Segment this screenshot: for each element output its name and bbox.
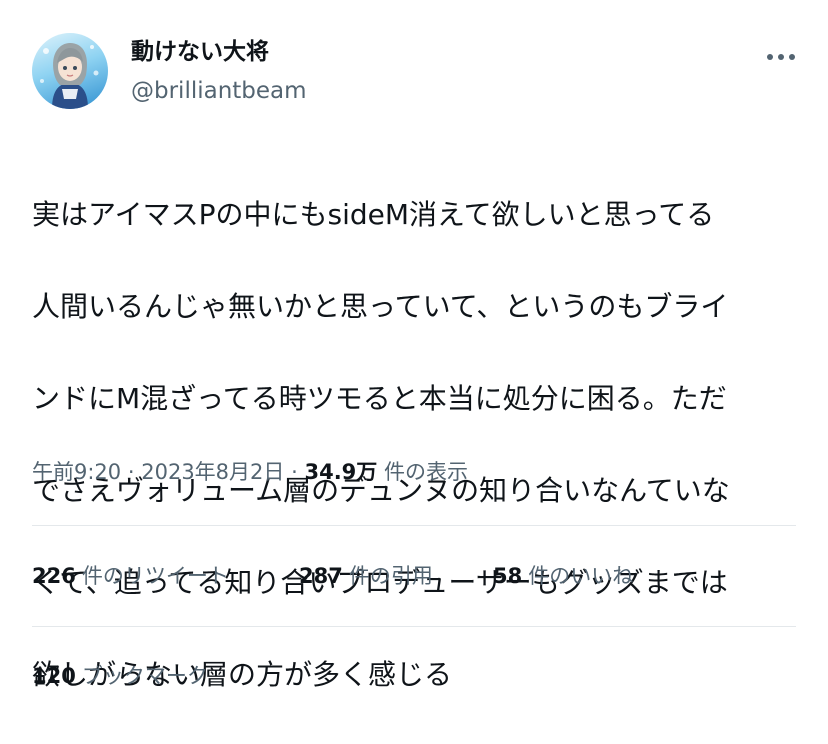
author-handle[interactable]: @brilliantbeam <box>131 75 307 107</box>
retweets-count: 226 <box>32 564 76 588</box>
tweet-line: ンドにM混ざってる時ツモると本当に処分に困る。ただ <box>32 382 727 415</box>
likes-label: 件のいいね <box>528 564 634 588</box>
meta-separator: · <box>291 460 298 484</box>
avatar[interactable] <box>32 33 108 109</box>
avatar-image <box>40 43 99 109</box>
bookmarks-count: 120 <box>32 664 76 688</box>
likes-stat[interactable]: 58 件のいいね <box>493 560 633 592</box>
divider <box>32 525 796 526</box>
tweet-time[interactable]: 午前9:20 <box>32 460 121 484</box>
bookmarks-stat[interactable]: 120 ブックマーク <box>32 660 208 692</box>
tweet-line: 人間いるんじゃ無いかと思っていて、というのもブライ <box>32 290 729 323</box>
meta-separator: · <box>127 460 135 484</box>
more-horizontal-icon[interactable] <box>761 45 801 69</box>
author-display-name[interactable]: 動けない大将 <box>131 36 269 68</box>
quotes-count: 287 <box>299 564 343 588</box>
retweets-label: 件のリツイート <box>81 564 229 588</box>
retweets-stat[interactable]: 226 件のリツイート <box>32 560 229 592</box>
tweet-line: 実はアイマスPの中にもsideM消えて欲しいと思ってる <box>32 198 715 231</box>
tweet-meta: 午前9:20 · 2023年8月2日 · 34.9万 件の表示 <box>32 456 468 488</box>
tweet-text: 実はアイマスPの中にもsideM消えて欲しいと思ってる 人間いるんじゃ無いかと思… <box>32 146 802 744</box>
divider <box>32 626 796 627</box>
tweet-date[interactable]: 2023年8月2日 <box>141 460 284 484</box>
views-count[interactable]: 34.9万 <box>304 460 377 484</box>
quotes-label: 件の引用 <box>348 564 433 588</box>
quotes-stat[interactable]: 287 件の引用 <box>299 560 433 592</box>
likes-count: 58 <box>493 564 523 588</box>
bookmarks-label: ブックマーク <box>81 664 208 688</box>
views-label: 件の表示 <box>383 460 468 484</box>
